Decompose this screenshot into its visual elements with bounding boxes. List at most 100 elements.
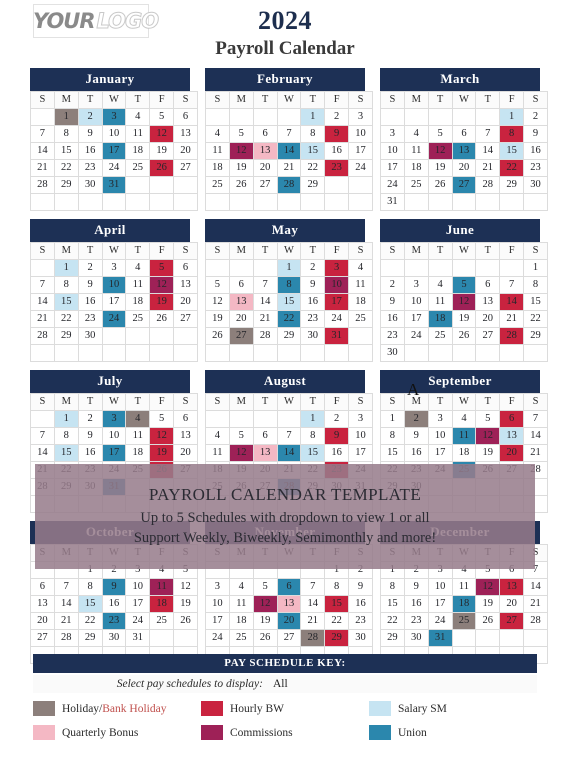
- day-cell[interactable]: 1: [53, 259, 79, 277]
- day-cell[interactable]: 12: [149, 276, 175, 294]
- day-cell[interactable]: 18: [125, 142, 151, 160]
- day-cell[interactable]: 4: [451, 410, 477, 428]
- day-cell[interactable]: 22: [324, 612, 350, 630]
- day-cell[interactable]: 21: [252, 310, 278, 328]
- day-cell[interactable]: 3: [205, 578, 230, 596]
- day-cell[interactable]: 12: [228, 444, 254, 462]
- day-cell[interactable]: 25: [149, 612, 175, 630]
- day-cell[interactable]: 27: [451, 176, 477, 194]
- day-cell[interactable]: 14: [523, 578, 548, 596]
- day-cell[interactable]: 10: [380, 142, 405, 160]
- day-cell[interactable]: 27: [475, 327, 501, 345]
- day-cell[interactable]: 26: [427, 176, 453, 194]
- day-cell[interactable]: 13: [276, 595, 302, 613]
- day-cell[interactable]: 11: [348, 276, 373, 294]
- day-cell[interactable]: 2: [523, 108, 548, 126]
- day-cell[interactable]: 5: [427, 125, 453, 143]
- day-cell[interactable]: 12: [149, 427, 175, 445]
- day-cell[interactable]: 19: [173, 595, 198, 613]
- day-cell[interactable]: 6: [276, 578, 302, 596]
- day-cell[interactable]: 9: [403, 427, 429, 445]
- day-cell[interactable]: 7: [276, 427, 302, 445]
- day-cell[interactable]: 10: [427, 427, 453, 445]
- day-cell[interactable]: 19: [205, 310, 230, 328]
- day-cell[interactable]: 3: [101, 410, 127, 428]
- day-cell[interactable]: 14: [499, 293, 525, 311]
- day-cell[interactable]: 24: [125, 612, 151, 630]
- day-cell[interactable]: 14: [30, 142, 55, 160]
- key-item-commissions[interactable]: Commissions: [201, 725, 369, 740]
- day-cell[interactable]: 1: [300, 410, 326, 428]
- day-cell[interactable]: 11: [403, 142, 429, 160]
- day-cell[interactable]: 12: [173, 578, 198, 596]
- day-cell[interactable]: 17: [101, 444, 127, 462]
- day-cell[interactable]: 15: [53, 293, 79, 311]
- day-cell[interactable]: 5: [149, 108, 175, 126]
- day-cell[interactable]: 13: [30, 595, 55, 613]
- day-cell[interactable]: 4: [348, 259, 373, 277]
- day-cell[interactable]: 5: [475, 410, 501, 428]
- day-cell[interactable]: 9: [300, 276, 326, 294]
- day-cell[interactable]: 8: [300, 125, 326, 143]
- day-cell[interactable]: 31: [427, 629, 453, 647]
- day-cell[interactable]: 26: [228, 176, 254, 194]
- day-cell[interactable]: 11: [125, 427, 151, 445]
- day-cell[interactable]: 8: [53, 427, 79, 445]
- day-cell[interactable]: 23: [77, 310, 103, 328]
- day-cell[interactable]: 9: [77, 427, 103, 445]
- day-cell[interactable]: 16: [348, 595, 373, 613]
- day-cell[interactable]: 15: [300, 444, 326, 462]
- day-cell[interactable]: 31: [324, 327, 350, 345]
- day-cell[interactable]: 4: [125, 108, 151, 126]
- day-cell[interactable]: 5: [149, 259, 175, 277]
- day-cell[interactable]: 15: [77, 595, 103, 613]
- day-cell[interactable]: 31: [101, 176, 127, 194]
- day-cell[interactable]: 28: [475, 176, 501, 194]
- day-cell[interactable]: 29: [300, 176, 326, 194]
- day-cell[interactable]: 25: [125, 310, 151, 328]
- day-cell[interactable]: 17: [324, 293, 350, 311]
- day-cell[interactable]: 29: [523, 327, 548, 345]
- day-cell[interactable]: 19: [252, 612, 278, 630]
- day-cell[interactable]: 19: [427, 159, 453, 177]
- day-cell[interactable]: 24: [205, 629, 230, 647]
- day-cell[interactable]: 12: [451, 293, 477, 311]
- day-cell[interactable]: 10: [427, 578, 453, 596]
- day-cell[interactable]: 15: [499, 142, 525, 160]
- day-cell[interactable]: 10: [324, 276, 350, 294]
- day-cell[interactable]: 9: [324, 125, 350, 143]
- day-cell[interactable]: 28: [300, 629, 326, 647]
- day-cell[interactable]: 7: [523, 410, 548, 428]
- day-cell[interactable]: 9: [403, 578, 429, 596]
- day-cell[interactable]: 22: [380, 612, 405, 630]
- day-cell[interactable]: 7: [276, 125, 302, 143]
- day-cell[interactable]: 9: [77, 276, 103, 294]
- day-cell[interactable]: 3: [348, 108, 373, 126]
- day-cell[interactable]: 7: [475, 125, 501, 143]
- day-cell[interactable]: 16: [324, 142, 350, 160]
- day-cell[interactable]: 28: [276, 176, 302, 194]
- day-cell[interactable]: 12: [475, 427, 501, 445]
- day-cell[interactable]: 13: [499, 427, 525, 445]
- day-cell[interactable]: 17: [205, 612, 230, 630]
- day-cell[interactable]: 11: [228, 595, 254, 613]
- day-cell[interactable]: 15: [380, 444, 405, 462]
- day-cell[interactable]: 9: [348, 578, 373, 596]
- day-cell[interactable]: 22: [300, 159, 326, 177]
- day-cell[interactable]: 18: [125, 444, 151, 462]
- day-cell[interactable]: 19: [451, 310, 477, 328]
- day-cell[interactable]: 4: [403, 125, 429, 143]
- key-item-salary-sm[interactable]: Salary SM: [369, 701, 537, 716]
- day-cell[interactable]: 8: [380, 427, 405, 445]
- day-cell[interactable]: 20: [451, 159, 477, 177]
- day-cell[interactable]: 26: [149, 159, 175, 177]
- day-cell[interactable]: 18: [427, 310, 453, 328]
- day-cell[interactable]: 2: [324, 108, 350, 126]
- day-cell[interactable]: 23: [523, 159, 548, 177]
- day-cell[interactable]: 20: [30, 612, 55, 630]
- day-cell[interactable]: 11: [125, 276, 151, 294]
- day-cell[interactable]: 29: [324, 629, 350, 647]
- day-cell[interactable]: 26: [451, 327, 477, 345]
- day-cell[interactable]: 16: [300, 293, 326, 311]
- day-cell[interactable]: 14: [523, 427, 548, 445]
